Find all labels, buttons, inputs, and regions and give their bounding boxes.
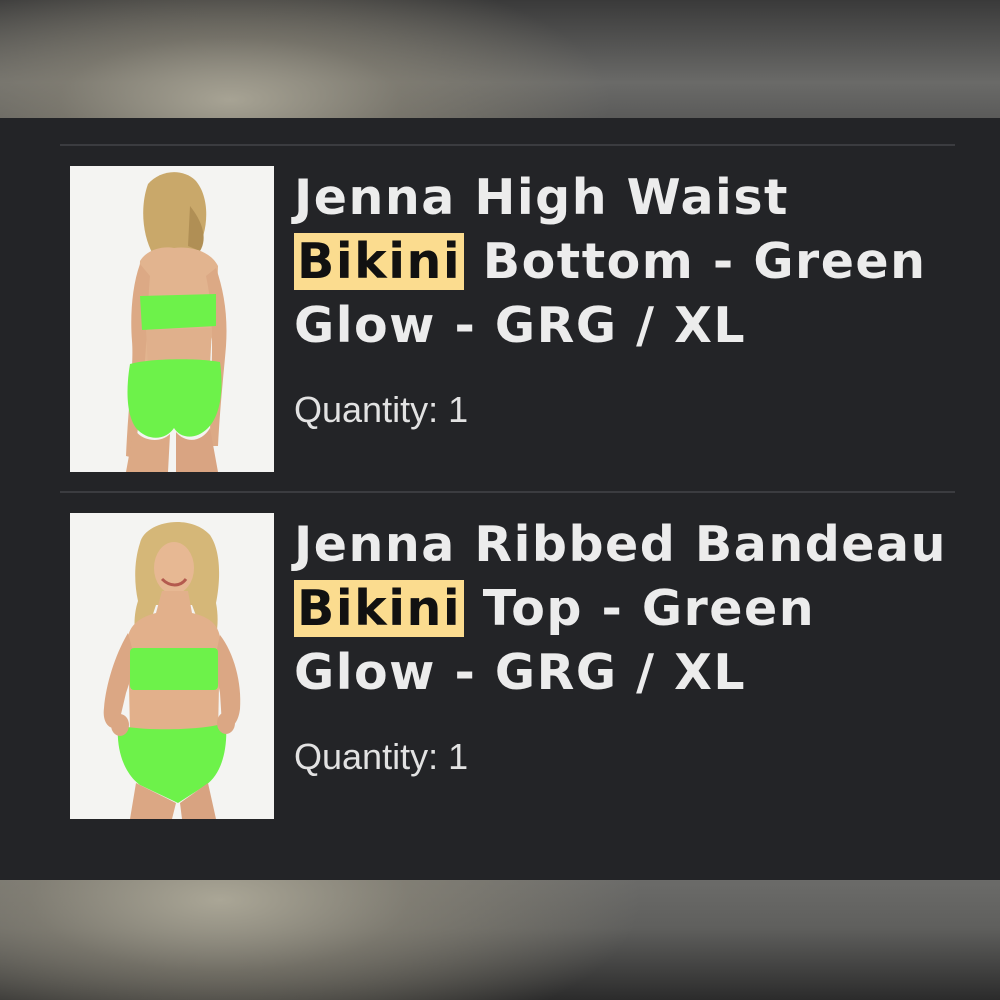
item-info: Jenna Ribbed Bandeau Bikini Top - Green …: [294, 513, 954, 779]
product-title[interactable]: Jenna Ribbed Bandeau Bikini Top - Green …: [294, 513, 954, 705]
product-title[interactable]: Jenna High Waist Bikini Bottom - Green G…: [294, 166, 954, 358]
cart-panel: Jenna High Waist Bikini Bottom - Green G…: [0, 118, 1000, 880]
quantity-value: 1: [448, 736, 469, 777]
quantity: Quantity: 1: [294, 388, 954, 432]
quantity-value: 1: [448, 389, 469, 430]
search-highlight: Bikini: [294, 233, 465, 290]
product-image[interactable]: [70, 166, 274, 472]
search-highlight: Bikini: [294, 580, 465, 637]
item-info: Jenna High Waist Bikini Bottom - Green G…: [294, 166, 954, 432]
quantity: Quantity: 1: [294, 735, 954, 779]
product-photo-front-view: [70, 513, 274, 819]
background-bottom: [0, 880, 1000, 1000]
divider: [60, 491, 955, 493]
background-top: [0, 0, 1000, 118]
product-photo-back-view: [70, 166, 274, 472]
quantity-label: Quantity:: [294, 736, 439, 777]
divider: [60, 144, 955, 146]
product-image[interactable]: [70, 513, 274, 819]
quantity-label: Quantity:: [294, 389, 439, 430]
